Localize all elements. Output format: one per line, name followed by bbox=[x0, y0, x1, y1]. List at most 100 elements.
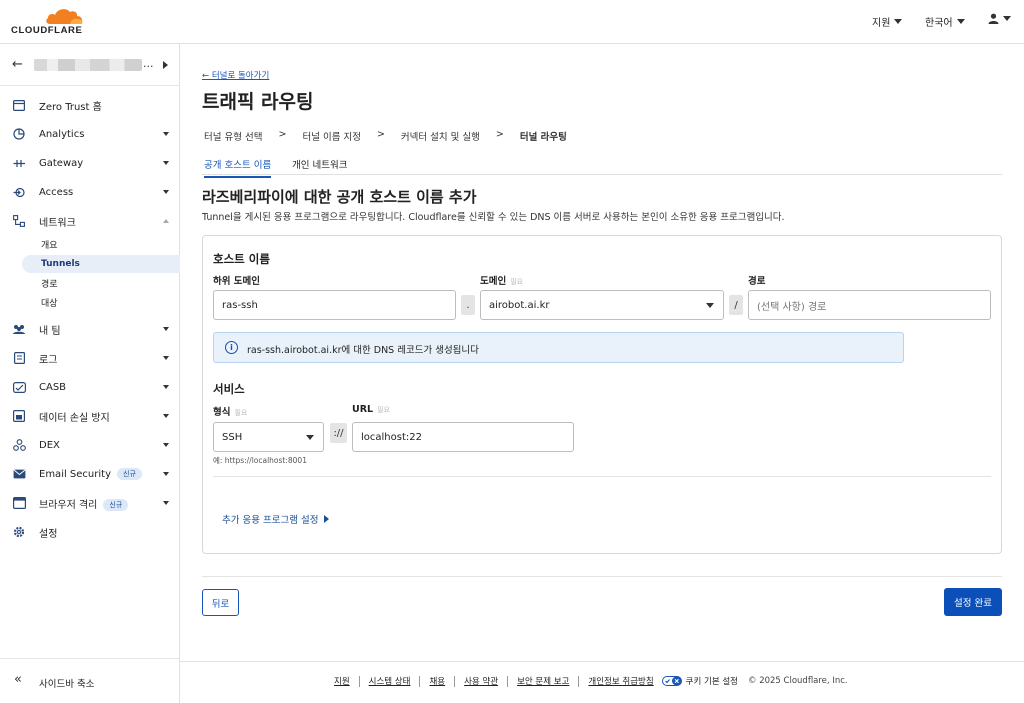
footer-divider bbox=[358, 675, 360, 687]
language-label: 한국어 bbox=[925, 18, 953, 29]
collapse-sidebar-button[interactable]: « 사이드바 축소 bbox=[0, 658, 179, 703]
back-button[interactable]: 뒤로 bbox=[202, 589, 239, 616]
copyright: © 2025 Cloudflare, Inc. bbox=[748, 676, 848, 686]
advanced-settings-label: 추가 응용 프로그램 설정 bbox=[222, 515, 319, 526]
sidebar-item-label: DEX bbox=[39, 439, 60, 451]
back-to-tunnels-link[interactable]: ← 터널로 돌아가기 bbox=[202, 69, 269, 81]
chevron-down-icon bbox=[163, 327, 169, 331]
user-icon bbox=[988, 13, 999, 24]
sidebar-subitem-tunnels[interactable]: Tunnels bbox=[22, 255, 180, 273]
sidebar-item-dex[interactable]: DEX bbox=[0, 434, 179, 456]
sidebar-item-gateway[interactable]: Gateway bbox=[0, 152, 179, 174]
sidebar-item-zero-trust-home[interactable]: Zero Trust 홈 bbox=[0, 94, 179, 116]
service-hint: 예: https://localhost:8001 bbox=[213, 456, 307, 465]
sidebar-subitem-overview[interactable]: 개요 bbox=[22, 235, 180, 253]
footer-link-support[interactable]: 지원 bbox=[334, 675, 350, 687]
tab-bar: 공개 호스트 이름 개인 네트워크 bbox=[202, 155, 1002, 178]
dlp-icon bbox=[12, 409, 26, 423]
path-input[interactable]: (선택 사항) 경로 bbox=[748, 290, 991, 320]
support-menu[interactable]: 지원 bbox=[872, 14, 903, 29]
path-label: 경로 bbox=[748, 276, 766, 287]
step-2: 터널 이름 지정 bbox=[302, 132, 361, 143]
step-4-current: 터널 라우팅 bbox=[519, 132, 567, 143]
arrow-left-icon[interactable]: ← bbox=[12, 57, 23, 72]
sidebar-subitem-routes[interactable]: 경로 bbox=[22, 274, 180, 292]
analytics-icon bbox=[12, 127, 26, 141]
tab-public-hostname[interactable]: 공개 호스트 이름 bbox=[204, 157, 272, 178]
step-3: 커넥터 설치 및 실행 bbox=[400, 132, 480, 143]
footer-divider bbox=[507, 675, 509, 687]
domain-select[interactable]: airobot.ai.kr bbox=[480, 290, 724, 320]
cloudflare-logo[interactable]: CLOUDFLARE bbox=[10, 7, 86, 37]
chevron-down-icon bbox=[163, 443, 169, 447]
cookie-preferences-link[interactable]: 쿠키 기본 설정 bbox=[661, 675, 738, 687]
advanced-settings-toggle[interactable]: 추가 응용 프로그램 설정 bbox=[222, 512, 330, 526]
service-type-select[interactable]: SSH bbox=[213, 422, 324, 452]
user-menu[interactable] bbox=[988, 13, 1011, 24]
footer-link-system-status[interactable]: 시스템 상태 bbox=[369, 675, 411, 687]
logo-wordmark: CLOUDFLARE bbox=[11, 25, 83, 36]
section-title: 라즈베리파이에 대한 공개 호스트 이름 추가 bbox=[202, 188, 477, 206]
dot-separator: . bbox=[461, 295, 475, 315]
footer-links: 지원 시스템 상태 채용 사용 약관 보안 문제 보고 개인정보 취급방침 쿠키… bbox=[334, 675, 848, 687]
required-marker: 필요 bbox=[377, 406, 390, 414]
complete-setup-button[interactable]: 설정 완료 bbox=[944, 588, 1002, 616]
info-icon: i bbox=[225, 341, 238, 354]
chevron-down-icon bbox=[1003, 16, 1011, 21]
sidebar-item-label: Zero Trust 홈 bbox=[39, 101, 102, 113]
scheme-separator: :// bbox=[330, 423, 347, 443]
language-menu[interactable]: 한국어 bbox=[925, 14, 965, 29]
footer-link-careers[interactable]: 채용 bbox=[429, 675, 445, 687]
email-icon bbox=[12, 467, 26, 481]
chevron-down-icon bbox=[163, 385, 169, 389]
subdomain-input[interactable]: ras-ssh bbox=[213, 290, 456, 320]
page-title: 트래픽 라우팅 bbox=[202, 91, 314, 113]
footer-link-privacy[interactable]: 개인정보 취급방침 bbox=[588, 675, 653, 687]
sidebar-item-label: 내 팀 bbox=[39, 325, 61, 337]
sidebar-item-network[interactable]: 네트워크 bbox=[0, 210, 179, 232]
step-separator: > bbox=[495, 129, 504, 140]
service-type-value: SSH bbox=[222, 431, 243, 443]
account-switcher[interactable]: ← ... bbox=[0, 44, 179, 86]
support-label: 지원 bbox=[872, 18, 891, 29]
sidebar-item-my-team[interactable]: 내 팀 bbox=[0, 318, 179, 340]
required-marker: 필요 bbox=[234, 409, 248, 417]
sidebar-item-text: 브라우저 격리 bbox=[39, 499, 98, 511]
chevron-down-icon bbox=[163, 190, 169, 194]
domain-select-value: airobot.ai.kr bbox=[489, 299, 550, 311]
sidebar-item-casb[interactable]: CASB bbox=[0, 376, 179, 398]
sidebar-item-analytics[interactable]: Analytics bbox=[0, 123, 179, 145]
url-input[interactable]: localhost:22 bbox=[352, 422, 574, 452]
sidebar-item-dlp[interactable]: 데이터 손실 방지 bbox=[0, 405, 179, 427]
step-1: 터널 유형 선택 bbox=[204, 132, 263, 143]
url-label-text: URL bbox=[352, 404, 374, 415]
tab-private-network[interactable]: 개인 네트워크 bbox=[292, 157, 347, 176]
browser-icon bbox=[12, 496, 26, 510]
sidebar-item-settings[interactable]: 설정 bbox=[0, 521, 179, 543]
footer-link-report-security[interactable]: 보안 문제 보고 bbox=[517, 675, 569, 687]
sidebar-item-browser-isolation[interactable]: 브라우저 격리 신규 bbox=[0, 492, 179, 514]
chevron-down-icon bbox=[163, 356, 169, 360]
chevron-down-icon bbox=[163, 472, 169, 476]
sidebar-item-label: CASB bbox=[39, 381, 67, 393]
chevron-down-icon bbox=[706, 303, 714, 308]
footer: 지원 시스템 상태 채용 사용 약관 보안 문제 보고 개인정보 취급방침 쿠키… bbox=[180, 661, 1024, 703]
sidebar-item-label: 설정 bbox=[39, 528, 58, 540]
chevron-down-icon bbox=[163, 132, 169, 136]
dex-icon bbox=[12, 438, 26, 452]
sidebar: ← ... Zero Trust 홈 Analytics Gateway Acc… bbox=[0, 44, 180, 703]
sidebar-item-label: 네트워크 bbox=[39, 217, 76, 229]
cloud-logo-icon bbox=[46, 9, 83, 24]
wizard-steps: 터널 유형 선택 > 터널 이름 지정 > 커넥터 설치 및 실행 > 터널 라… bbox=[204, 129, 567, 143]
sidebar-item-email-security[interactable]: Email Security 신규 bbox=[0, 463, 179, 485]
sidebar-item-access[interactable]: Access bbox=[0, 181, 179, 203]
chevron-down-icon bbox=[956, 19, 965, 24]
sidebar-item-label: Email Security 신규 bbox=[39, 468, 142, 480]
sidebar-item-label: 데이터 손실 방지 bbox=[39, 412, 110, 424]
footer-link-terms[interactable]: 사용 약관 bbox=[464, 675, 498, 687]
new-badge: 신규 bbox=[117, 468, 142, 480]
service-type-label: 형식 필요 bbox=[213, 404, 247, 418]
sidebar-item-label: Gateway bbox=[39, 157, 84, 169]
sidebar-item-logs[interactable]: 로그 bbox=[0, 347, 179, 369]
sidebar-subitem-targets[interactable]: 대상 bbox=[22, 293, 180, 311]
